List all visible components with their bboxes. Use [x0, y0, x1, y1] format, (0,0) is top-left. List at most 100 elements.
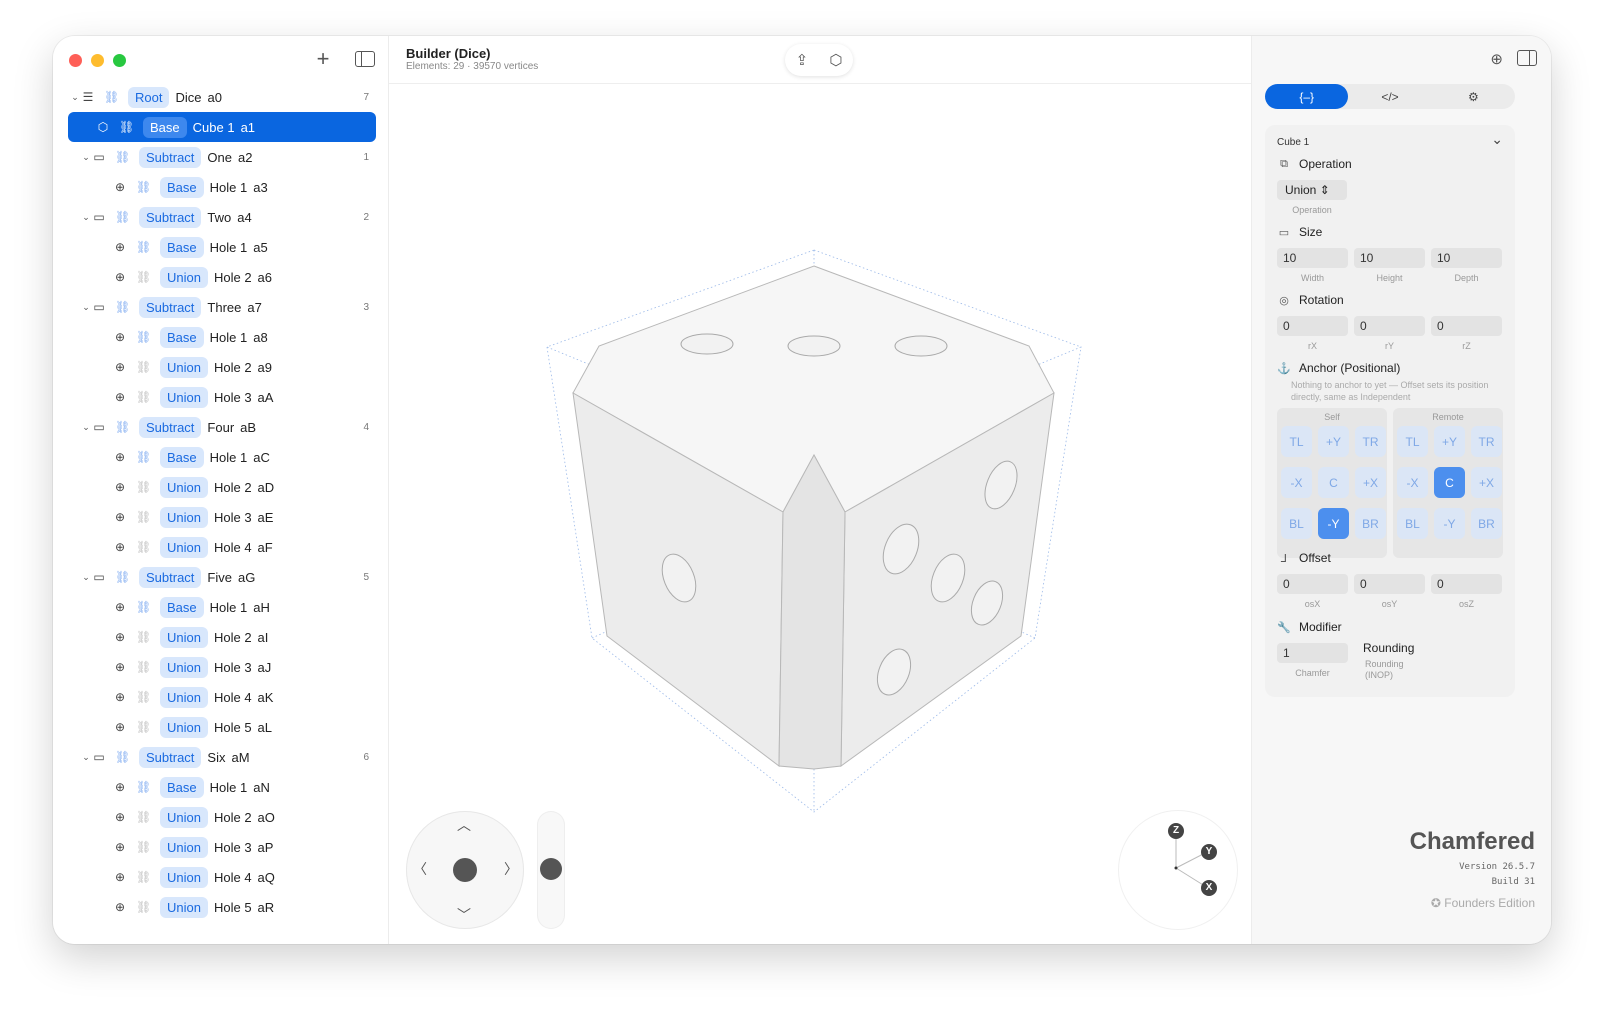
link-icon[interactable]: ⛓ — [104, 90, 119, 104]
add-circle-icon[interactable]: ⊕ — [1490, 50, 1503, 68]
self-anchor-button[interactable]: +Y — [1318, 426, 1349, 457]
disclosure-chevron-icon[interactable]: ⌄ — [81, 212, 91, 223]
tree-row[interactable]: ⊕ ⛓ Union Hole 3 aP — [53, 832, 388, 862]
camera-dpad[interactable]: ︿ 〈 〉 ﹀ — [406, 811, 524, 929]
self-anchor-button[interactable]: +X — [1355, 467, 1386, 498]
link-icon[interactable]: ⛓ — [136, 780, 151, 794]
remote-anchor-button[interactable]: TR — [1471, 426, 1502, 457]
remote-anchor-button[interactable]: -Y — [1434, 508, 1465, 539]
disclosure-chevron-icon[interactable]: ⌄ — [81, 302, 91, 313]
self-anchor-button[interactable]: BR — [1355, 508, 1386, 539]
tree-row[interactable]: ⊕ ⛓ Base Hole 1 a3 — [53, 172, 388, 202]
tree-row[interactable]: ⊕ ⛓ Union Hole 5 aL — [53, 712, 388, 742]
self-anchor-button[interactable]: -Y — [1318, 508, 1349, 539]
disclosure-chevron-icon[interactable]: ⌄ — [81, 422, 91, 433]
link-icon[interactable]: ⛓ — [136, 690, 151, 704]
close-button[interactable] — [69, 54, 82, 67]
link-icon[interactable]: ⛓ — [115, 210, 130, 224]
link-icon[interactable]: ⛓ — [115, 420, 130, 434]
link-icon[interactable]: ⛓ — [136, 810, 151, 824]
self-anchor-button[interactable]: TR — [1355, 426, 1386, 457]
operation-select[interactable]: Union ⇕ — [1277, 180, 1347, 200]
link-icon[interactable]: ⛓ — [136, 510, 151, 524]
self-anchor-button[interactable]: -X — [1281, 467, 1312, 498]
tree-row[interactable]: ⊕ ⛓ Base Hole 1 a8 — [53, 322, 388, 352]
link-icon[interactable]: ⛓ — [115, 570, 130, 584]
link-icon[interactable]: ⛓ — [136, 330, 151, 344]
self-anchor-button[interactable]: TL — [1281, 426, 1312, 457]
link-icon[interactable]: ⛓ — [115, 750, 130, 764]
osy-field[interactable]: 0 — [1354, 574, 1425, 594]
tree-row[interactable]: ⊕ ⛓ Base Hole 1 a5 — [53, 232, 388, 262]
link-icon[interactable]: ⛓ — [115, 150, 130, 164]
tree-row[interactable]: ⌄ ▭ ⛓ Subtract Four aB 4 — [53, 412, 388, 442]
self-anchor-button[interactable]: C — [1318, 467, 1349, 498]
zoom-slider[interactable] — [537, 811, 565, 929]
chevron-right-icon[interactable]: 〉 — [504, 859, 518, 879]
disclosure-chevron-icon[interactable]: ⌄ — [81, 752, 91, 763]
disclosure-chevron-icon[interactable]: ⌄ — [81, 152, 91, 163]
link-icon[interactable]: ⛓ — [136, 720, 151, 734]
inspector-toggle-icon[interactable] — [1517, 50, 1537, 66]
tree-row[interactable]: ⊕ ⛓ Union Hole 3 aA — [53, 382, 388, 412]
link-icon[interactable]: ⛓ — [115, 300, 130, 314]
tree-row[interactable]: ⊕ ⛓ Union Hole 3 aE — [53, 502, 388, 532]
zoom-slider-knob[interactable] — [540, 858, 562, 880]
tree-row[interactable]: ⬡ ⛓ Base Cube 1 a1 — [68, 112, 376, 142]
rz-field[interactable]: 0 — [1431, 316, 1502, 336]
link-icon[interactable]: ⛓ — [136, 870, 151, 884]
add-element-icon[interactable]: + — [311, 48, 335, 72]
tree-row[interactable]: ⊕ ⛓ Union Hole 2 a6 — [53, 262, 388, 292]
remote-anchor-button[interactable]: +Y — [1434, 426, 1465, 457]
tree-row[interactable]: ⊕ ⛓ Union Hole 2 aD — [53, 472, 388, 502]
remote-anchor-button[interactable]: BR — [1471, 508, 1502, 539]
tab-properties[interactable]: {–} — [1265, 84, 1349, 109]
tree-row[interactable]: ⊕ ⛓ Union Hole 2 a9 — [53, 352, 388, 382]
tree-row[interactable]: ⌄ ▭ ⛓ Subtract Five aG 5 — [53, 562, 388, 592]
tab-settings[interactable]: ⚙ — [1432, 84, 1515, 109]
tree-row[interactable]: ⌄ ☰ ⛓ Root Dice a0 7 — [53, 82, 388, 112]
chevron-up-icon[interactable]: ︿ — [457, 815, 471, 835]
tree-row[interactable]: ⊕ ⛓ Union Hole 4 aK — [53, 682, 388, 712]
zoom-button[interactable] — [113, 54, 126, 67]
self-anchor-button[interactable]: BL — [1281, 508, 1312, 539]
link-icon[interactable]: ⛓ — [136, 360, 151, 374]
axis-x-label[interactable]: X — [1201, 880, 1217, 896]
dpad-knob[interactable] — [453, 858, 477, 882]
ry-field[interactable]: 0 — [1354, 316, 1425, 336]
tree-row[interactable]: ⊕ ⛓ Union Hole 4 aQ — [53, 862, 388, 892]
height-field[interactable]: 10 — [1354, 248, 1425, 268]
link-icon[interactable]: ⛓ — [136, 600, 151, 614]
osx-field[interactable]: 0 — [1277, 574, 1348, 594]
link-icon[interactable]: ⛓ — [119, 120, 134, 134]
link-icon[interactable]: ⛓ — [136, 630, 151, 644]
chevron-left-icon[interactable]: 〈 — [413, 859, 427, 879]
link-icon[interactable]: ⛓ — [136, 270, 151, 284]
tree-row[interactable]: ⊕ ⛓ Base Hole 1 aC — [53, 442, 388, 472]
link-icon[interactable]: ⛓ — [136, 390, 151, 404]
remote-anchor-button[interactable]: -X — [1397, 467, 1428, 498]
tree-row[interactable]: ⊕ ⛓ Union Hole 5 aR — [53, 892, 388, 922]
width-field[interactable]: 10 — [1277, 248, 1348, 268]
link-icon[interactable]: ⛓ — [136, 240, 151, 254]
link-icon[interactable]: ⛓ — [136, 540, 151, 554]
remote-anchor-button[interactable]: TL — [1397, 426, 1428, 457]
tree-row[interactable]: ⌄ ▭ ⛓ Subtract Three a7 3 — [53, 292, 388, 322]
minimize-button[interactable] — [91, 54, 104, 67]
osz-field[interactable]: 0 — [1431, 574, 1502, 594]
depth-field[interactable]: 10 — [1431, 248, 1502, 268]
link-icon[interactable]: ⛓ — [136, 450, 151, 464]
rx-field[interactable]: 0 — [1277, 316, 1348, 336]
remote-anchor-button[interactable]: BL — [1397, 508, 1428, 539]
axis-gizmo[interactable]: Z Y X — [1119, 811, 1237, 929]
link-icon[interactable]: ⛓ — [136, 480, 151, 494]
tab-code[interactable]: </> — [1348, 84, 1431, 109]
link-icon[interactable]: ⛓ — [136, 180, 151, 194]
link-icon[interactable]: ⛓ — [136, 660, 151, 674]
axis-z-label[interactable]: Z — [1168, 823, 1184, 839]
disclosure-chevron-icon[interactable]: ⌄ — [81, 572, 91, 583]
tree-row[interactable]: ⊕ ⛓ Union Hole 2 aO — [53, 802, 388, 832]
remote-anchor-button[interactable]: +X — [1471, 467, 1502, 498]
tree-row[interactable]: ⊕ ⛓ Base Hole 1 aN — [53, 772, 388, 802]
tree-row[interactable]: ⊕ ⛓ Union Hole 3 aJ — [53, 652, 388, 682]
